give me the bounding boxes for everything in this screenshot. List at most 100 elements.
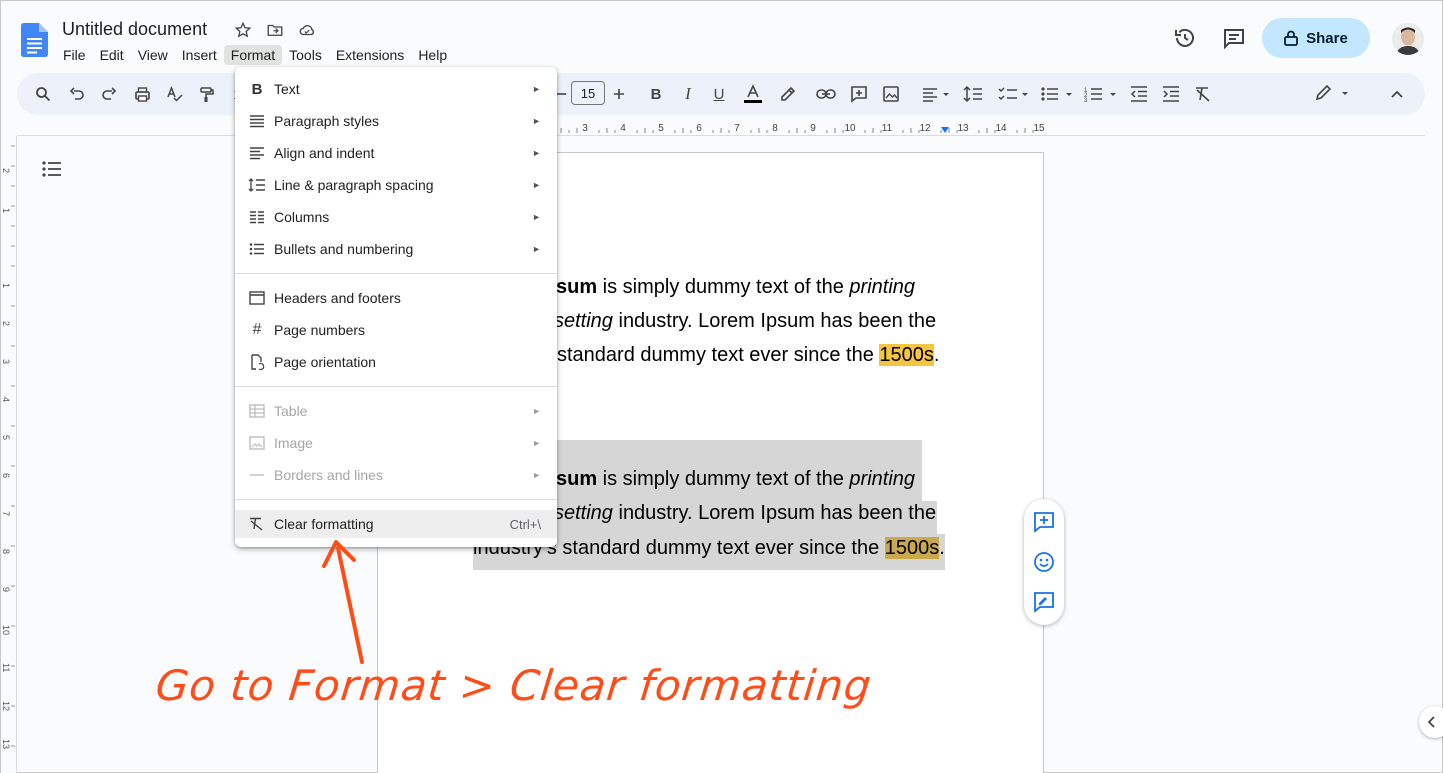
link-icon[interactable] bbox=[814, 82, 838, 106]
ruler-tick: 13 bbox=[957, 123, 969, 134]
paragraph-1-line-1[interactable]: sum is simply dummy text of the printing bbox=[556, 270, 915, 305]
lock-icon bbox=[1284, 30, 1299, 46]
emoji-reaction-icon[interactable] bbox=[1032, 550, 1056, 574]
paragraph-2-line-2[interactable]: setting industry. Lorem Ipsum has been t… bbox=[554, 496, 936, 531]
paragraph-2-line-1[interactable]: sum is simply dummy text of the printing bbox=[556, 462, 915, 497]
menu-item-table: Table ► bbox=[235, 397, 557, 425]
submenu-arrow-icon: ► bbox=[532, 438, 541, 448]
ruler-tick: 6 bbox=[696, 123, 702, 134]
ruler-divider bbox=[17, 135, 1425, 136]
menu-bar: File Edit View Insert Format Tools Exten… bbox=[56, 45, 454, 65]
menu-edit[interactable]: Edit bbox=[93, 45, 131, 65]
italic-icon[interactable]: I bbox=[676, 82, 700, 106]
menu-item-align-indent[interactable]: Align and indent ► bbox=[235, 139, 557, 167]
undo-icon[interactable] bbox=[65, 82, 89, 106]
menu-extensions[interactable]: Extensions bbox=[329, 45, 411, 65]
font-size-input[interactable]: 15 bbox=[571, 81, 605, 105]
ruler-tick: 3 bbox=[582, 123, 588, 134]
side-actions-panel bbox=[1024, 499, 1064, 625]
ruler-tick: 14 bbox=[995, 123, 1007, 134]
document-outline-icon[interactable] bbox=[41, 159, 65, 181]
expand-side-panel-button[interactable] bbox=[1419, 706, 1443, 738]
columns-icon bbox=[248, 208, 266, 226]
decrease-indent-icon[interactable] bbox=[1127, 82, 1151, 106]
menu-item-headers-footers[interactable]: Headers and footers bbox=[235, 284, 557, 312]
menu-item-bullets-numbering[interactable]: Bullets and numbering ► bbox=[235, 235, 557, 263]
editing-mode-icon[interactable] bbox=[1313, 82, 1353, 106]
header-footer-icon bbox=[248, 289, 266, 307]
increase-font-icon[interactable] bbox=[607, 82, 631, 106]
spellcheck-icon[interactable] bbox=[162, 82, 186, 106]
add-comment-icon[interactable] bbox=[847, 82, 871, 106]
menu-format[interactable]: Format bbox=[223, 45, 283, 65]
menu-divider bbox=[235, 273, 557, 274]
underline-icon[interactable]: U bbox=[707, 82, 731, 106]
star-icon[interactable] bbox=[231, 20, 255, 40]
suggest-edits-icon[interactable] bbox=[1032, 590, 1056, 614]
print-icon[interactable] bbox=[130, 82, 154, 106]
menu-file[interactable]: File bbox=[56, 45, 93, 65]
avatar[interactable] bbox=[1392, 23, 1424, 55]
increase-indent-icon[interactable] bbox=[1159, 82, 1183, 106]
move-folder-icon[interactable] bbox=[263, 20, 287, 40]
document-title[interactable]: Untitled document bbox=[62, 19, 207, 40]
format-menu: B Text ► Paragraph styles ► Align and in… bbox=[235, 67, 557, 547]
insert-image-icon[interactable] bbox=[879, 82, 903, 106]
clear-formatting-toolbar-icon[interactable] bbox=[1191, 82, 1215, 106]
table-icon bbox=[248, 402, 266, 420]
docs-logo-icon[interactable] bbox=[21, 23, 48, 57]
paragraph-1-line-3[interactable]: standard dummy text ever since the 1500s… bbox=[557, 338, 939, 373]
menu-item-text[interactable]: B Text ► bbox=[235, 75, 557, 103]
left-ruler-tick: 13 bbox=[1, 739, 11, 749]
text-color-icon[interactable] bbox=[741, 82, 765, 106]
menu-item-borders-lines: Borders and lines ► bbox=[235, 461, 557, 489]
ruler-tick: 9 bbox=[810, 123, 816, 134]
highlight-icon[interactable] bbox=[775, 82, 799, 106]
ruler-tick: 15 bbox=[1033, 123, 1045, 134]
vertical-ruler[interactable]: 2 1 1 2 3 4 5 6 7 8 9 10 11 12 13 bbox=[1, 136, 17, 773]
submenu-arrow-icon: ► bbox=[532, 84, 541, 94]
ruler-tick: 11 bbox=[882, 123, 893, 134]
menu-view[interactable]: View bbox=[131, 45, 175, 65]
menu-tools[interactable]: Tools bbox=[282, 45, 329, 65]
menu-insert[interactable]: Insert bbox=[175, 45, 224, 65]
menu-divider bbox=[235, 499, 557, 500]
submenu-arrow-icon: ► bbox=[532, 406, 541, 416]
menu-item-clear-formatting[interactable]: Clear formatting Ctrl+\ bbox=[235, 510, 557, 538]
search-menus-icon[interactable] bbox=[31, 82, 55, 106]
version-history-icon[interactable] bbox=[1172, 25, 1198, 51]
left-ruler-tick: 11 bbox=[1, 663, 11, 672]
bold-icon[interactable]: B bbox=[644, 82, 668, 106]
horizontal-ruler[interactable]: 3 4 5 6 7 8 9 10 11 12 13 14 15 bbox=[557, 119, 1057, 135]
submenu-arrow-icon: ► bbox=[532, 180, 541, 190]
left-ruler-tick: 1 bbox=[1, 208, 11, 213]
left-ruler-tick: 3 bbox=[1, 359, 11, 364]
numbered-list-icon[interactable]: 123 bbox=[1083, 82, 1119, 106]
bulleted-list-icon[interactable] bbox=[1039, 82, 1075, 106]
menu-item-paragraph-styles[interactable]: Paragraph styles ► bbox=[235, 107, 557, 135]
menu-item-columns[interactable]: Columns ► bbox=[235, 203, 557, 231]
collapse-toolbar-icon[interactable] bbox=[1385, 82, 1409, 106]
menu-help[interactable]: Help bbox=[411, 45, 454, 65]
add-comment-icon[interactable] bbox=[1032, 510, 1056, 534]
paragraph-1-line-2[interactable]: setting industry. Lorem Ipsum has been t… bbox=[554, 304, 936, 339]
checklist-icon[interactable] bbox=[997, 82, 1031, 106]
cloud-status-icon[interactable] bbox=[295, 20, 319, 40]
menu-divider bbox=[235, 386, 557, 387]
align-dropdown-icon[interactable] bbox=[919, 82, 953, 106]
top-bar: Untitled document File Edit View Insert … bbox=[1, 1, 1442, 69]
menu-item-page-numbers[interactable]: # Page numbers bbox=[235, 316, 557, 344]
left-ruler-tick: 7 bbox=[1, 511, 11, 516]
paint-format-icon[interactable] bbox=[194, 82, 218, 106]
comments-icon[interactable] bbox=[1221, 25, 1247, 51]
menu-item-page-orientation[interactable]: Page orientation bbox=[235, 348, 557, 376]
redo-icon[interactable] bbox=[97, 82, 121, 106]
shortcut-label: Ctrl+\ bbox=[509, 516, 541, 532]
menu-item-line-spacing[interactable]: Line & paragraph spacing ► bbox=[235, 171, 557, 199]
submenu-arrow-icon: ► bbox=[532, 148, 541, 158]
submenu-arrow-icon: ► bbox=[532, 244, 541, 254]
border-icon bbox=[248, 466, 266, 484]
share-button[interactable]: Share bbox=[1262, 18, 1370, 58]
share-label: Share bbox=[1306, 29, 1348, 47]
line-spacing-icon[interactable] bbox=[961, 82, 985, 106]
